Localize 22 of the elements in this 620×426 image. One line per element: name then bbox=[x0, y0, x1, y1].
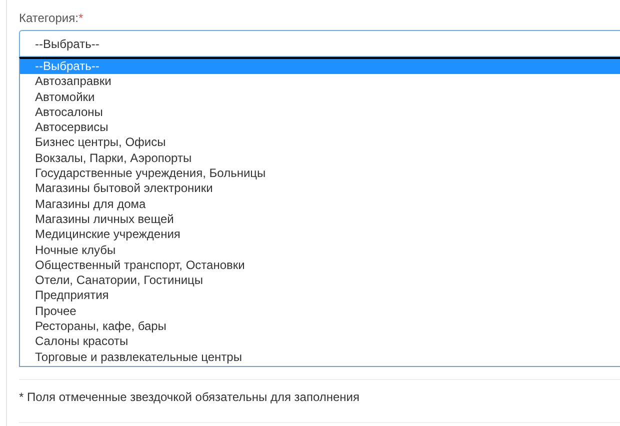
dropdown-option[interactable]: Автозаправки bbox=[20, 74, 620, 90]
dropdown-option[interactable]: Предприятия bbox=[20, 288, 620, 304]
dropdown-option[interactable]: Рестораны, кафе, бары bbox=[20, 319, 620, 334]
dropdown-option[interactable]: Ночные клубы bbox=[20, 242, 620, 258]
dropdown-option[interactable]: Салоны красоты bbox=[20, 334, 620, 350]
category-select[interactable]: --Выбрать-- bbox=[19, 30, 620, 57]
dropdown-option[interactable]: Отели, Санатории, Гостиницы bbox=[20, 273, 620, 288]
dropdown-option[interactable]: Магазины для дома bbox=[20, 196, 620, 212]
dropdown-option[interactable]: Бизнес центры, Офисы bbox=[20, 135, 620, 151]
dropdown-option[interactable]: Общественный транспорт, Остановки bbox=[20, 258, 620, 274]
dropdown-option[interactable]: Государственные учреждения, Больницы bbox=[20, 166, 620, 182]
dropdown-option[interactable]: Медицинские учреждения bbox=[20, 227, 620, 243]
dropdown-option[interactable]: Прочее bbox=[20, 304, 620, 320]
dropdown-option[interactable]: Автосалоны bbox=[20, 104, 620, 120]
dropdown-option[interactable]: Магазины личных вещей bbox=[20, 212, 620, 228]
dropdown-option[interactable]: Магазины бытовой электроники bbox=[20, 181, 620, 197]
dropdown-option[interactable]: Вокзалы, Парки, Аэропорты bbox=[20, 150, 620, 166]
dropdown-option[interactable]: Торговые и развлекательные центры bbox=[20, 350, 620, 365]
dropdown-option[interactable]: Автомойки bbox=[20, 90, 620, 105]
field-label: Категория:* bbox=[19, 10, 84, 27]
required-note: * Поля отмеченные звездочкой обязательны для заполнения bbox=[19, 388, 360, 406]
dropdown-option[interactable]: Автосервисы bbox=[20, 120, 620, 136]
